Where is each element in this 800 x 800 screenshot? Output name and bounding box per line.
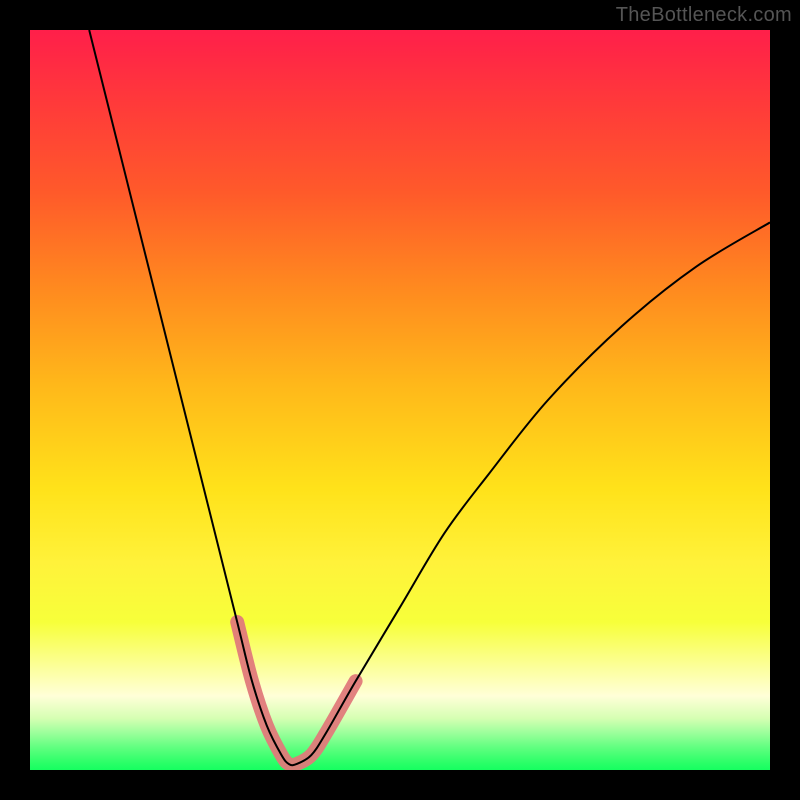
watermark-text: TheBottleneck.com [616, 4, 792, 27]
plot-area [30, 30, 770, 770]
curve-svg [30, 30, 770, 770]
bottleneck-curve-line [89, 30, 770, 765]
chart-frame: TheBottleneck.com [0, 0, 800, 800]
